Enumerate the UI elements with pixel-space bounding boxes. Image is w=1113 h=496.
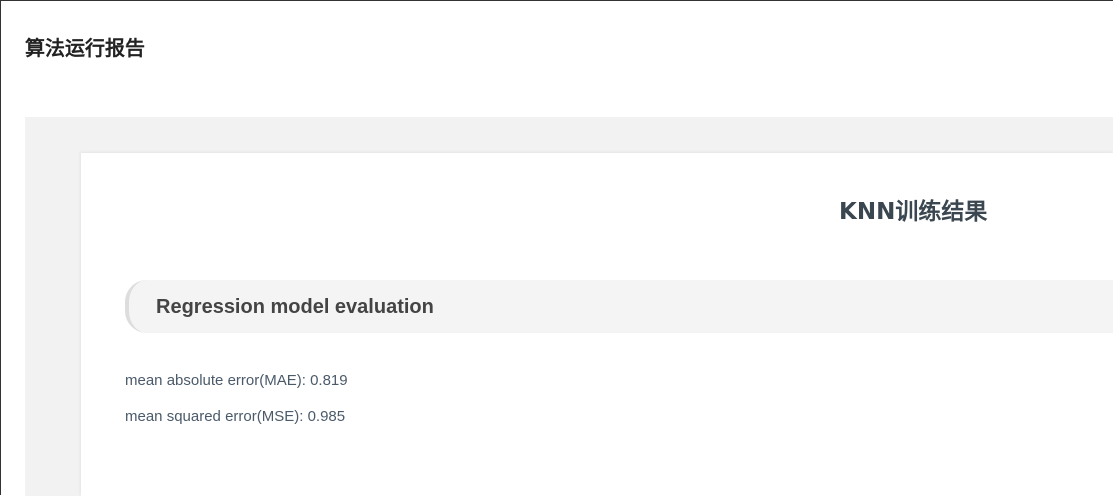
page-title: 算法运行报告	[25, 36, 145, 60]
metric-mae: mean absolute error(MAE): 0.819	[125, 372, 348, 389]
metric-mse: mean squared error(MSE): 0.985	[125, 408, 346, 425]
report-window: 算法运行报告 KNN训练结果 Regression model evaluati…	[0, 0, 1113, 496]
section-header-label: Regression model evaluation	[156, 296, 434, 318]
result-title: KNN训练结果	[839, 199, 988, 225]
